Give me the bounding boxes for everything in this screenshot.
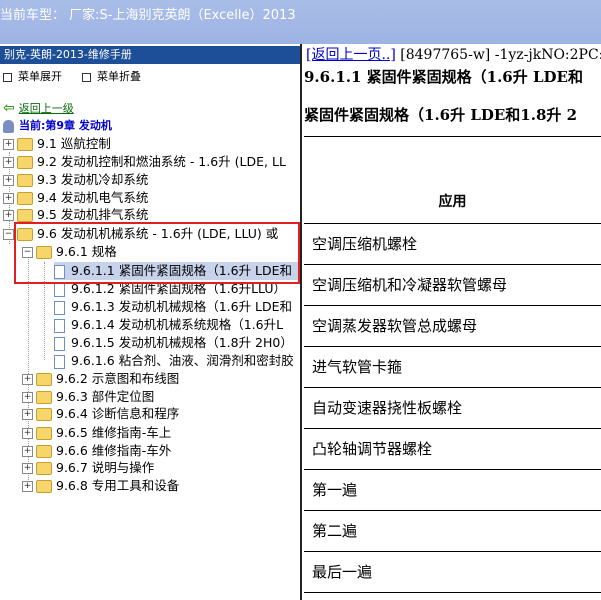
expand-plus-icon[interactable]: + <box>22 409 33 420</box>
folder-icon <box>17 156 33 169</box>
content-panel: [返回上一页..] [8497765-w] -1yz-jkNO:2PC: 9.6… <box>302 44 601 600</box>
folder-icon <box>36 408 52 421</box>
tree-item-9-6-1-6[interactable]: 9.6.1.6 粘合剂、油液、润滑剂和密封胶 <box>54 352 294 370</box>
expand-plus-icon[interactable]: + <box>3 193 14 204</box>
table-row: 第一遍 <box>304 470 601 511</box>
tree-item-9-6-1-5[interactable]: 9.6.1.5 发动机机械规格（1.8升 2H0） <box>54 334 293 352</box>
tree-item-9-4[interactable]: +9.4 发动机电气系统 <box>3 189 148 207</box>
back-up-level-link[interactable]: ⇦ 返回上一级 <box>3 100 74 116</box>
document-icon <box>54 282 65 297</box>
tree-item-9-6-1-3[interactable]: 9.6.1.3 发动机机械规格（1.6升 LDE和 <box>54 298 292 316</box>
content-nav: [返回上一页..] [8497765-w] -1yz-jkNO:2PC: <box>306 44 601 64</box>
highlight-annotation-box <box>14 222 300 284</box>
panel-header: 别克-英朗-2013-维修手册 <box>0 46 300 64</box>
document-icon <box>54 318 65 333</box>
section-title: 紧固件紧固规格（1.6升 LDE和1.8升 2 <box>304 106 578 124</box>
table-row: 最后一遍 <box>304 552 601 593</box>
doc-code: [8497765-w] -1yz-jkNO:2PC: <box>395 47 601 63</box>
table-row: 自动变速器挠性板螺栓 <box>304 388 601 429</box>
tree-item-9-6-1-4[interactable]: 9.6.1.4 发动机机械系统规格（1.6升L <box>54 316 283 334</box>
folder-icon <box>36 462 52 475</box>
expand-plus-icon[interactable]: + <box>22 428 33 439</box>
folder-icon <box>36 391 52 404</box>
table-row: 凸轮轴调节器螺栓 <box>304 429 601 470</box>
expand-plus-icon[interactable]: + <box>3 210 14 221</box>
document-icon <box>54 336 65 351</box>
tree-item-9-6-7[interactable]: +9.6.7 说明与操作 <box>22 459 154 477</box>
tree-item-9-6-4[interactable]: +9.6.4 诊断信息和程序 <box>22 405 179 423</box>
expand-plus-icon[interactable]: + <box>22 374 33 385</box>
column-header-application: 应用 <box>438 194 467 210</box>
table-header: 应用 <box>304 137 601 224</box>
document-icon <box>54 300 65 315</box>
folder-icon <box>17 174 33 187</box>
expand-plus-icon[interactable]: + <box>3 175 14 186</box>
menu-collapse-button[interactable]: 菜单折叠 <box>82 68 141 84</box>
tree-item-9-6-5[interactable]: +9.6.5 维修指南-车上 <box>22 424 171 442</box>
tree-item-9-2[interactable]: +9.2 发动机控制和燃油系统 - 1.6升 (LDE, LL <box>3 153 286 171</box>
tree-item-9-3[interactable]: +9.3 发动机冷却系统 <box>3 171 148 189</box>
collapse-minus-icon[interactable]: − <box>3 229 14 240</box>
tree-item-9-6-2[interactable]: +9.6.2 示意图和布线图 <box>22 370 179 388</box>
folder-icon <box>36 480 52 493</box>
back-arrow-icon: ⇦ <box>3 100 15 116</box>
tree-item-9-1[interactable]: +9.1 巡航控制 <box>3 135 111 153</box>
spec-table: 应用 空调压缩机螺栓 空调压缩机和冷凝器软管螺母 空调蒸发器软管总成螺母 进气软… <box>304 136 601 593</box>
back-page-link[interactable]: [返回上一页..] <box>306 47 396 63</box>
expand-plus-icon[interactable]: + <box>3 157 14 168</box>
folder-icon <box>17 209 33 222</box>
folder-icon <box>17 192 33 205</box>
current-vehicle-label: 当前车型： 厂家:S-上海别克英朗（Excelle）2013 <box>0 8 296 23</box>
tree-item-9-6-8[interactable]: +9.6.8 专用工具和设备 <box>22 477 179 495</box>
robot-icon <box>3 119 14 133</box>
menu-expand-button[interactable]: 菜单展开 <box>3 68 62 84</box>
expand-plus-icon[interactable]: + <box>3 139 14 150</box>
table-row: 空调压缩机和冷凝器软管螺母 <box>304 265 601 306</box>
document-icon <box>54 354 65 369</box>
table-row: 空调蒸发器软管总成螺母 <box>304 306 601 347</box>
folder-icon <box>17 138 33 151</box>
title-bar: 当前车型： 厂家:S-上海别克英朗（Excelle）2013 <box>0 0 601 44</box>
table-row: 进气软管卡箍 <box>304 347 601 388</box>
expand-icon <box>3 72 12 82</box>
tree-item-9-6-6[interactable]: +9.6.6 维修指南-车外 <box>22 442 171 460</box>
folder-icon <box>36 373 52 386</box>
expand-plus-icon[interactable]: + <box>22 481 33 492</box>
folder-icon <box>36 427 52 440</box>
expand-plus-icon[interactable]: + <box>22 463 33 474</box>
tree-item-9-6-3[interactable]: +9.6.3 部件定位图 <box>22 388 154 406</box>
collapse-icon <box>82 72 91 82</box>
current-chapter: 当前:第9章 发动机 <box>3 117 112 133</box>
table-row: 第二遍 <box>304 511 601 552</box>
expand-plus-icon[interactable]: + <box>22 392 33 403</box>
table-row: 空调压缩机螺栓 <box>304 224 601 265</box>
page-title: 9.6.1.1 紧固件紧固规格（1.6升 LDE和 <box>304 68 583 86</box>
folder-icon <box>36 445 52 458</box>
expand-plus-icon[interactable]: + <box>22 446 33 457</box>
